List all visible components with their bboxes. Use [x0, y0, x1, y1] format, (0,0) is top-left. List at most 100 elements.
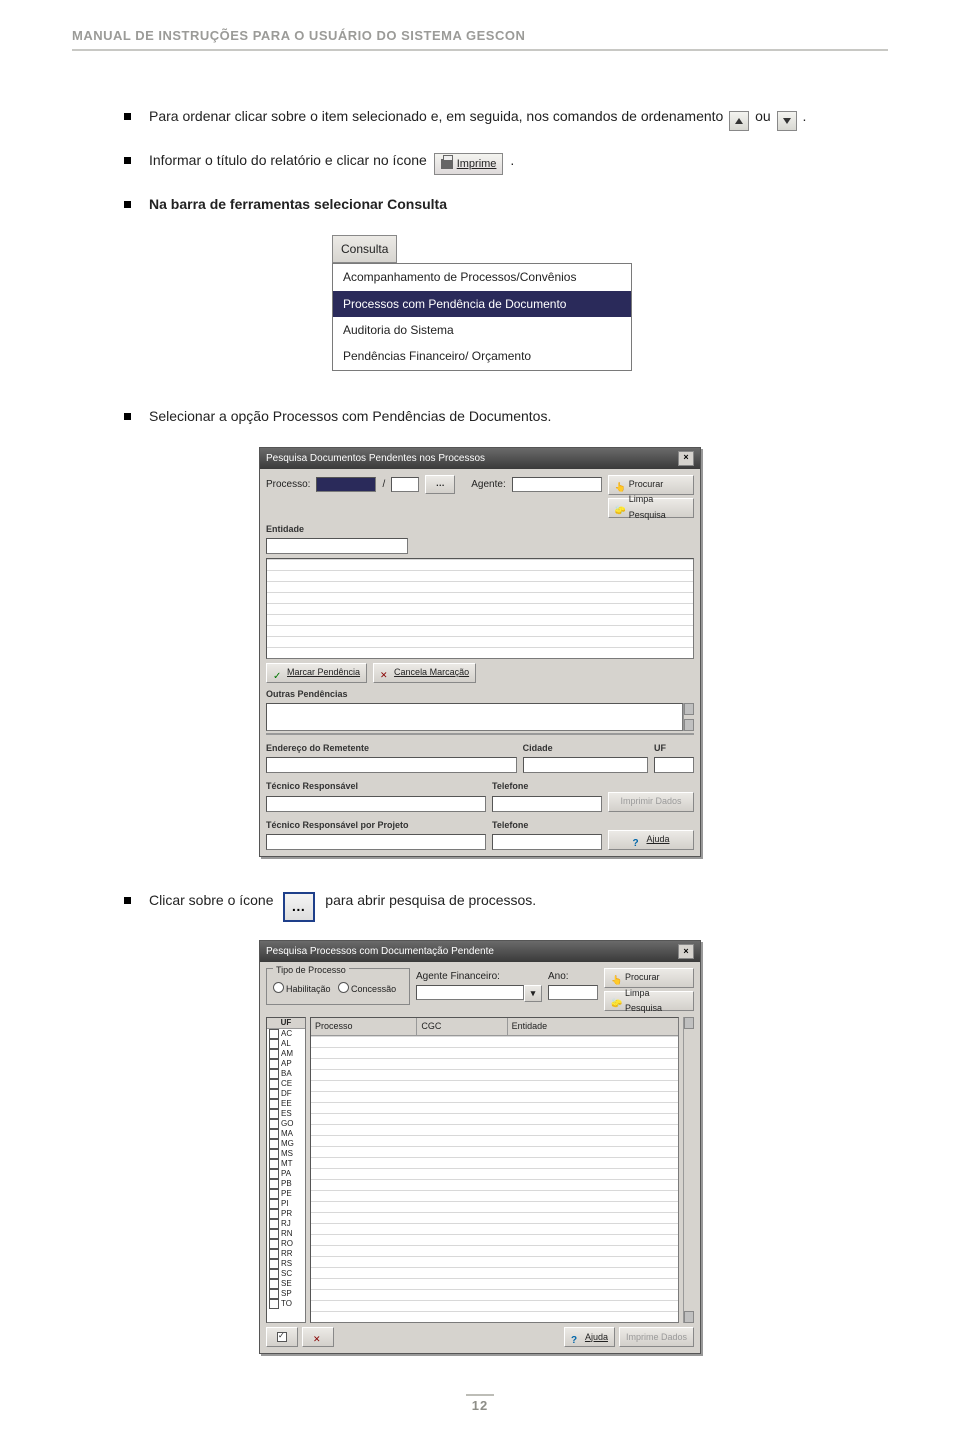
menu-item-acompanhamento[interactable]: Acompanhamento de Processos/Convênios [333, 264, 631, 290]
uf-item[interactable]: RJ [267, 1219, 305, 1229]
cancela-marcacao-button[interactable]: Cancela Marcação [373, 663, 476, 683]
consulta-menu-title[interactable]: Consulta [332, 235, 397, 263]
col-cgc: CGC [417, 1018, 507, 1035]
page-number: 12 [72, 1394, 888, 1413]
uf-item[interactable]: RN [267, 1229, 305, 1239]
limpa-pesquisa-button[interactable]: Limpa Pesquisa [604, 991, 694, 1011]
imprime-dados-button: Imprime Dados [619, 1327, 694, 1347]
outras-pendencias-label: Outras Pendências [266, 687, 694, 702]
processo-label: Processo: [266, 476, 310, 493]
dropdown-icon[interactable]: ▾ [524, 985, 542, 1002]
uf-item[interactable]: TO [267, 1299, 305, 1309]
uf-item[interactable]: PB [267, 1179, 305, 1189]
uf-item[interactable]: SP [267, 1289, 305, 1299]
menu-item-pendencias-financeiro[interactable]: Pendências Financeiro/ Orçamento [333, 343, 631, 369]
uf-item[interactable]: RS [267, 1259, 305, 1269]
bullet-text: . [510, 152, 514, 168]
dialog-title: Pesquisa Processos com Documentação Pend… [266, 943, 494, 960]
uf-item[interactable]: PR [267, 1209, 305, 1219]
sort-up-icon [729, 111, 749, 131]
processo-input[interactable] [316, 477, 376, 492]
uf-item[interactable]: PA [267, 1169, 305, 1179]
bullet-text-bold: Na barra de ferramentas selecionar Consu… [149, 193, 888, 217]
ajuda-button[interactable]: Ajuda [608, 830, 694, 850]
tecnico-responsavel-field[interactable] [266, 796, 486, 812]
ano-input[interactable] [548, 985, 598, 1000]
lookup-button[interactable]: … [425, 475, 455, 494]
uf-item[interactable]: BA [267, 1069, 305, 1079]
menu-item-processos-pendencia[interactable]: Processos com Pendência de Documento [333, 291, 631, 317]
limpa-pesquisa-button[interactable]: Limpa Pesquisa [608, 498, 694, 518]
lookup-icon: … [283, 892, 315, 922]
uf-item[interactable]: RO [267, 1239, 305, 1249]
close-icon[interactable]: × [678, 451, 694, 466]
uf-item[interactable]: MA [267, 1129, 305, 1139]
telefone2-label: Telefone [492, 818, 602, 833]
close-icon[interactable]: × [678, 944, 694, 959]
uf-item[interactable]: PI [267, 1199, 305, 1209]
tecnico-projeto-field[interactable] [266, 834, 486, 850]
bullet-marker [124, 157, 131, 164]
scrollbar[interactable] [683, 1017, 694, 1323]
uf-field[interactable] [654, 757, 694, 773]
telefone-field[interactable] [492, 796, 602, 812]
col-processo: Processo [311, 1018, 417, 1035]
hand-icon [615, 480, 625, 490]
pendencias-grid[interactable] [266, 558, 694, 659]
scrollbar[interactable] [683, 703, 694, 731]
outras-pendencias-field[interactable] [266, 703, 683, 731]
bullet-text: Informar o título do relatório e clicar … [149, 152, 431, 168]
uf-item[interactable]: MG [267, 1139, 305, 1149]
uf-item[interactable]: AL [267, 1039, 305, 1049]
radio-habilitacao[interactable]: Habilitação [273, 984, 331, 994]
uf-item[interactable]: DF [267, 1089, 305, 1099]
uf-item[interactable]: SE [267, 1279, 305, 1289]
imprime-label: Imprime [457, 155, 497, 174]
imprimir-dados-button: Imprimir Dados [608, 792, 694, 812]
hand-icon [611, 973, 621, 983]
uf-item[interactable]: MS [267, 1149, 305, 1159]
help-icon [571, 1332, 581, 1342]
uf-header: UF [267, 1018, 305, 1029]
bullet-text: Clicar sobre o ícone [149, 892, 277, 908]
agente-label: Agente: [471, 476, 505, 493]
menu-item-auditoria[interactable]: Auditoria do Sistema [333, 317, 631, 343]
uf-item[interactable]: AP [267, 1059, 305, 1069]
uf-item[interactable]: AM [267, 1049, 305, 1059]
uf-item[interactable]: PE [267, 1189, 305, 1199]
printer-icon [441, 159, 453, 169]
tecnico-projeto-label: Técnico Responsável por Projeto [266, 818, 486, 833]
bullet-item: Selecionar a opção Processos com Pendênc… [124, 405, 888, 429]
uf-item[interactable]: EE [267, 1099, 305, 1109]
uf-item[interactable]: RR [267, 1249, 305, 1259]
entidade-field[interactable] [266, 538, 408, 554]
ajuda-button[interactable]: Ajuda [564, 1327, 615, 1347]
telefone2-field[interactable] [492, 834, 602, 850]
endereco-field[interactable] [266, 757, 517, 773]
uf-item[interactable]: CE [267, 1079, 305, 1089]
entidade-label: Entidade [266, 522, 694, 537]
marcar-pendencia-button[interactable]: Marcar Pendência [266, 663, 367, 683]
uf-item[interactable]: SC [267, 1269, 305, 1279]
uf-item[interactable]: MT [267, 1159, 305, 1169]
bullet-item: Informar o título do relatório e clicar … [124, 149, 888, 175]
bullet-item: Clicar sobre o ícone … para abrir pesqui… [124, 889, 888, 922]
uf-item[interactable]: ES [267, 1109, 305, 1119]
processo-input-2[interactable] [391, 477, 419, 492]
agente-input[interactable] [512, 477, 602, 492]
eraser-icon [611, 996, 621, 1006]
bullet-marker [124, 201, 131, 208]
clear-all-button[interactable] [302, 1327, 334, 1347]
select-all-button[interactable] [266, 1327, 298, 1347]
bullet-text: Para ordenar clicar sobre o item selecio… [149, 108, 727, 124]
radio-concessao[interactable]: Concessão [338, 984, 396, 994]
imprime-button-icon: Imprime [434, 153, 504, 175]
processos-grid[interactable]: Processo CGC Entidade [310, 1017, 679, 1323]
bullet-text: Selecionar a opção Processos com Pendênc… [149, 405, 888, 429]
cidade-field[interactable] [523, 757, 648, 773]
cidade-label: Cidade [523, 741, 648, 756]
agente-financeiro-select[interactable] [416, 985, 524, 1000]
uf-item[interactable]: AC [267, 1029, 305, 1039]
uf-item[interactable]: GO [267, 1119, 305, 1129]
uf-checklist[interactable]: UF ACALAMAPBACEDFEEESGOMAMGMSMTPAPBPEPIP… [266, 1017, 306, 1323]
